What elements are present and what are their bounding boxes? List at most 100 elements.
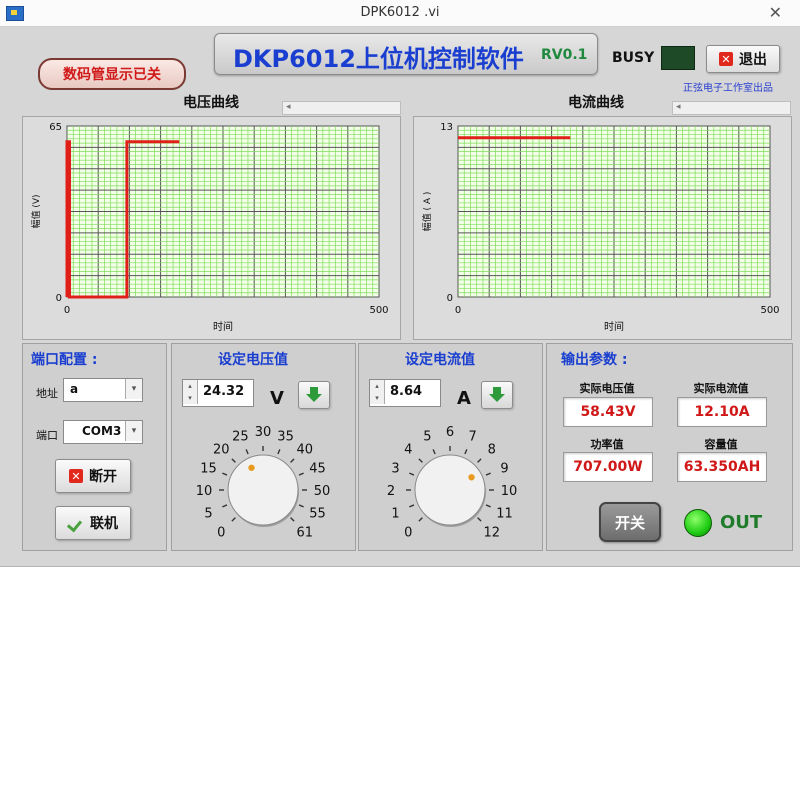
voltage-x-tick-label: 0 [64, 305, 70, 316]
port-config-title: 端口配置 : [31, 352, 98, 368]
current-knob-tick [477, 458, 482, 463]
voltage-knob-label: 35 [277, 429, 294, 444]
voltage-chart-scrollbar[interactable]: ◂ [282, 101, 401, 115]
power-label: 功率值 [590, 438, 624, 451]
current-knob-label: 5 [423, 429, 431, 444]
voltage-knob-label: 20 [213, 442, 230, 457]
current-knob-tick [485, 504, 491, 508]
window-title: DPK6012 .vi [360, 5, 440, 20]
address-select[interactable]: a ▾ [63, 378, 143, 402]
current-y-axis-label: 幅值 ( A ) [421, 192, 433, 232]
actual-current-label: 实际电流值 [693, 382, 749, 395]
display-toggle-button[interactable]: 数码管显示已关 [38, 58, 186, 90]
connect-button[interactable]: 联机 [55, 506, 131, 540]
chevron-down-icon[interactable]: ▾ [125, 421, 142, 441]
current-chart-scrollbar[interactable]: ◂ [672, 101, 791, 115]
app-window: DPK6012 .vi ✕ 数码管显示已关 DKP6012上位机控制软件 RV0… [0, 0, 800, 567]
version-label: RV0.1 [541, 47, 588, 63]
spinner-arrows-icon[interactable]: ▴ ▾ [370, 380, 385, 404]
voltage-knob-label: 40 [296, 442, 313, 457]
current-knob-tick [409, 504, 415, 508]
close-icon: ✕ [719, 52, 733, 66]
address-value: a [70, 382, 79, 396]
capacity-label: 容量值 [704, 438, 738, 451]
current-knob-label: 12 [483, 526, 500, 541]
voltage-knob-label: 10 [196, 484, 213, 499]
current-knob-tick [464, 449, 468, 455]
capacity-value: 63.350AH [677, 452, 767, 482]
current-chart-title: 电流曲线 [568, 95, 624, 111]
port-config-panel: 端口配置 : 地址 a ▾ 端口 COM3 ▾ ✕ 断开 联机 [22, 343, 167, 551]
header-banner: DKP6012上位机控制软件 RV0.1 [214, 33, 598, 75]
address-label: 地址 [36, 387, 58, 400]
voltage-y-axis-label: 幅值 (V) [30, 194, 42, 228]
voltage-knob-tick [245, 449, 249, 455]
current-spinner[interactable]: ▴ ▾ 8.64 [369, 379, 441, 407]
voltage-knob-label: 61 [296, 526, 313, 541]
power-switch-button[interactable]: 开关 [599, 502, 661, 542]
current-chart-panel: 0 13 0 500 时间 幅值 ( A ) [413, 116, 792, 340]
voltage-knob-tick [231, 517, 236, 522]
voltage-spinner[interactable]: ▴ ▾ 24.32 [182, 379, 254, 407]
current-knob-body [414, 454, 486, 526]
output-indicator [684, 509, 712, 537]
voltage-set-value: 24.32 [203, 384, 245, 399]
voltage-knob-tick [298, 472, 304, 476]
disconnect-button[interactable]: ✕ 断开 [55, 459, 131, 493]
current-knob-label: 9 [500, 461, 508, 476]
voltage-knob-label: 5 [204, 507, 212, 522]
voltage-knob-label: 45 [309, 461, 326, 476]
voltage-x-axis-label: 时间 [213, 320, 233, 333]
current-set-panel: 设定电流值 ▴ ▾ 8.64 A 0 1 2 3 4 5 6 7 8 9 10 11 12 [358, 343, 543, 551]
voltage-chart-panel: 0 65 0 500 时间 幅值 (V) [22, 116, 401, 340]
exit-button[interactable]: ✕ 退出 [706, 45, 780, 73]
current-chart: 0 13 0 500 时间 幅值 ( A ) [421, 122, 780, 333]
voltage-chart: 0 65 0 500 时间 幅值 (V) [30, 122, 389, 333]
chevron-down-icon[interactable]: ▾ [125, 379, 142, 399]
voltage-knob-label: 30 [255, 425, 272, 440]
output-title: 输出参数 : [561, 352, 628, 368]
port-select[interactable]: COM3 ▾ [63, 420, 143, 444]
download-arrow-icon[interactable] [298, 381, 330, 409]
current-x-tick-label: 500 [760, 305, 779, 316]
current-set-title: 设定电流值 [405, 352, 475, 368]
close-icon[interactable]: ✕ [769, 3, 782, 22]
actual-voltage-label: 实际电压值 [579, 382, 635, 395]
close-icon: ✕ [69, 469, 83, 483]
disconnect-label: 断开 [89, 469, 117, 485]
title-bar: DPK6012 .vi ✕ [0, 0, 800, 27]
current-knob[interactable]: 012345 6 789101112 [359, 414, 542, 550]
voltage-knob[interactable]: 05 10 15 2025 30 3540 45 50 55 61 [172, 414, 355, 550]
voltage-unit: V [270, 388, 284, 409]
actual-current-value: 12.10A [677, 397, 767, 427]
voltage-knob-tick [290, 517, 295, 522]
download-arrow-icon[interactable] [481, 381, 513, 409]
voltage-knob-tick [277, 449, 281, 455]
actual-voltage-value: 58.43V [563, 397, 653, 427]
voltage-knob-label: 55 [309, 507, 326, 522]
current-knob-label: 3 [391, 461, 399, 476]
voltage-knob-label: 25 [232, 429, 249, 444]
current-knob-label: 6 [446, 425, 454, 440]
current-knob-label: 0 [404, 526, 412, 541]
voltage-knob-tick [222, 504, 228, 508]
current-set-value: 8.64 [390, 384, 423, 399]
current-knob-tick [418, 517, 423, 522]
voltage-chart-title: 电压曲线 [183, 95, 239, 111]
busy-indicator [661, 46, 695, 70]
app-title: DKP6012上位机控制软件 [233, 45, 524, 73]
exit-button-label: 退出 [739, 52, 767, 68]
voltage-y-tick-label: 65 [49, 122, 62, 133]
current-knob-tick [477, 517, 482, 522]
current-knob-tick [409, 472, 415, 476]
spinner-arrows-icon[interactable]: ▴ ▾ [183, 380, 198, 404]
voltage-knob-body [227, 454, 299, 526]
current-knob-label: 1 [391, 507, 399, 522]
voltage-knob-tick [290, 458, 295, 463]
current-y-tick-label: 0 [447, 293, 453, 304]
voltage-knob-label: 15 [200, 461, 217, 476]
current-knob-label: 2 [387, 484, 395, 499]
current-knob-label: 4 [404, 442, 412, 457]
voltage-knob-tick [298, 504, 304, 508]
current-y-tick-label: 13 [440, 122, 453, 133]
